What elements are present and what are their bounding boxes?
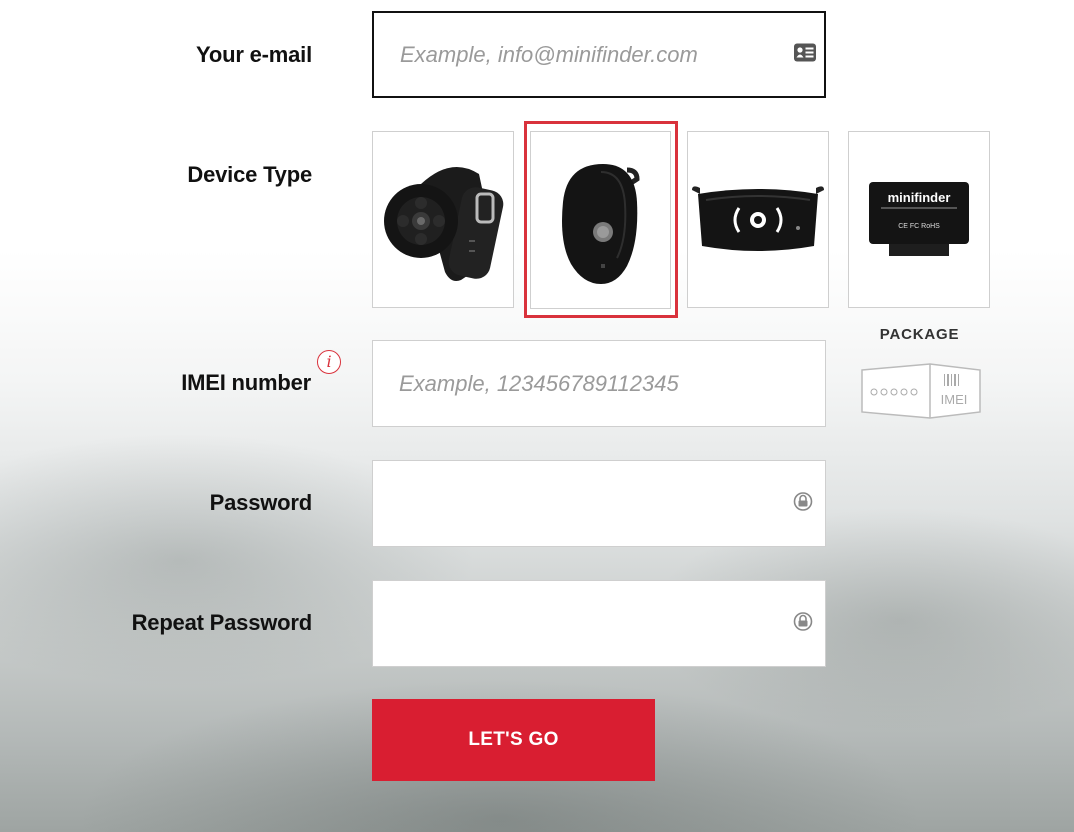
lock-icon: [793, 611, 813, 636]
device-option-pendant[interactable]: [524, 121, 678, 318]
password-field-box: [372, 460, 826, 547]
device-option-vehicle-box[interactable]: [687, 131, 829, 308]
pendant-tracker-image: [562, 164, 640, 284]
imei-label: IMEI number: [181, 370, 311, 395]
package-title: PACKAGE: [879, 326, 960, 343]
obd-brand-text: minifinder: [888, 190, 951, 205]
package-barcode-icon: IMEI: [860, 356, 982, 427]
repeat-password-label: Repeat Password: [131, 610, 313, 635]
email-field-box: [372, 11, 826, 98]
contact-card-icon: [794, 43, 816, 66]
email-input[interactable]: [400, 13, 760, 96]
wristband-tracker-image: [384, 166, 504, 281]
repeat-password-field-box: [372, 580, 826, 667]
lock-icon: [793, 491, 813, 516]
device-option-wristband[interactable]: [372, 131, 514, 308]
email-label: Your e-mail: [196, 42, 312, 67]
obd-tracker-image: minifinder CE FC RoHS: [869, 182, 969, 256]
password-input[interactable]: [399, 461, 759, 546]
lets-go-button[interactable]: LET'S GO: [372, 699, 655, 781]
password-label: Password: [209, 490, 313, 515]
info-icon[interactable]: i: [317, 350, 341, 374]
imei-field-box: [372, 340, 826, 427]
obd-cert-text: CE FC RoHS: [898, 223, 940, 230]
package-imei-text: IMEI: [941, 392, 968, 407]
device-option-obd[interactable]: minifinder CE FC RoHS: [848, 131, 990, 308]
vehicle-box-tracker-image: [692, 186, 824, 251]
device-type-label: Device Type: [187, 162, 312, 187]
imei-input[interactable]: [399, 341, 759, 426]
repeat-password-input[interactable]: [399, 581, 759, 666]
